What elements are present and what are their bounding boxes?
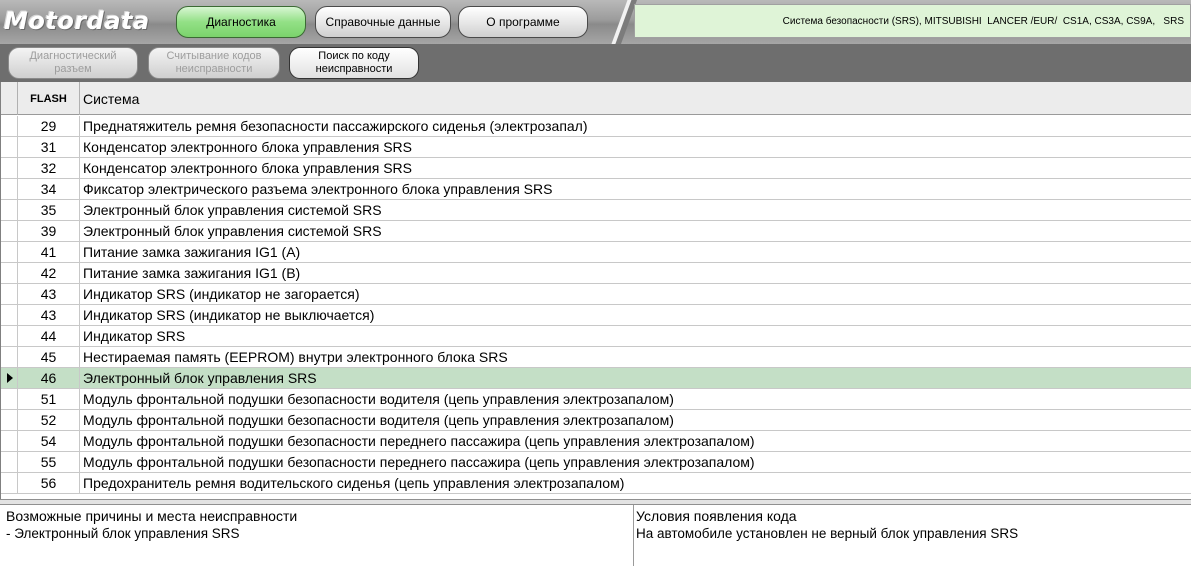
row-selector[interactable] [1, 242, 18, 262]
row-code: 35 [18, 200, 80, 220]
table-row[interactable]: 54 Модуль фронтальной подушки безопасност… [1, 431, 1191, 452]
row-description: Модуль фронтальной подушки безопасности … [83, 412, 674, 428]
causes-title: Возможные причины и места неисправности [6, 508, 298, 524]
row-description: Индикатор SRS (индикатор не выключается) [83, 307, 375, 323]
table-row[interactable]: 55 Модуль фронтальной подушки безопасност… [1, 452, 1191, 473]
row-description: Предохранитель ремня водительского сиден… [83, 475, 625, 491]
column-header-system[interactable]: Система [81, 82, 139, 115]
row-description: Питание замка зажигания IG1 (A) [83, 244, 301, 260]
row-code: 34 [18, 179, 80, 199]
row-code: 55 [18, 452, 80, 472]
row-description: Модуль фронтальной подушки безопасности … [83, 454, 755, 470]
row-selector[interactable] [1, 452, 18, 472]
top-header: Motordata Диагностика Справочные данные … [0, 0, 1191, 44]
row-code: 45 [18, 347, 80, 367]
row-description: Конденсатор электронного блока управлени… [83, 160, 412, 176]
row-code: 51 [18, 389, 80, 409]
row-selector[interactable] [1, 389, 18, 409]
row-code: 56 [18, 473, 80, 493]
row-code: 42 [18, 263, 80, 283]
row-code: 43 [18, 305, 80, 325]
conditions-title: Условия появления кода [636, 508, 797, 524]
causes-panel: Возможные причины и места неисправности … [0, 505, 634, 566]
table-row[interactable]: 42 Питание замка зажигания IG1 (B) [1, 263, 1191, 284]
row-description: Фиксатор электрического разъема электрон… [83, 181, 553, 197]
row-code: 54 [18, 431, 80, 451]
table-row[interactable]: 41 Питание замка зажигания IG1 (A) [1, 242, 1191, 263]
row-selector[interactable] [1, 284, 18, 304]
row-description: Преднатяжитель ремня безопасности пассаж… [83, 118, 588, 134]
conditions-text: На автомобиле установлен не верный блок … [636, 526, 1019, 541]
row-code: 52 [18, 410, 80, 430]
grid-header: FLASH Система [1, 82, 1191, 115]
row-description: Модуль фронтальной подушки безопасности … [83, 391, 674, 407]
row-code: 46 [18, 368, 80, 388]
row-description: Модуль фронтальной подушки безопасности … [83, 433, 755, 449]
row-selector[interactable] [1, 179, 18, 199]
tab-about[interactable]: О программе [458, 6, 588, 38]
row-description: Электронный блок управления системой SRS [83, 202, 382, 218]
row-description: Индикатор SRS (индикатор не загорается) [83, 286, 360, 302]
row-code: 43 [18, 284, 80, 304]
table-row[interactable]: 51 Модуль фронтальной подушки безопасност… [1, 389, 1191, 410]
row-selector[interactable] [1, 326, 18, 346]
row-selector[interactable] [1, 137, 18, 157]
table-row[interactable]: 39 Электронный блок управления системой S… [1, 221, 1191, 242]
table-row[interactable]: 43 Индикатор SRS (индикатор не выключаетс… [1, 305, 1191, 326]
row-selector[interactable] [1, 347, 18, 367]
row-selector[interactable] [1, 158, 18, 178]
row-selector[interactable] [1, 368, 18, 388]
table-row[interactable]: 31 Конденсатор электронного блока управле… [1, 137, 1191, 158]
row-selector[interactable] [1, 221, 18, 241]
row-description: Питание замка зажигания IG1 (B) [83, 265, 301, 281]
tab-reference-data[interactable]: Справочные данные [315, 6, 451, 38]
row-code: 41 [18, 242, 80, 262]
row-selector[interactable] [1, 431, 18, 451]
table-row[interactable]: 43 Индикатор SRS (индикатор не загорается… [1, 284, 1191, 305]
table-row[interactable]: 29 Преднатяжитель ремня безопасности пасс… [1, 116, 1191, 137]
conditions-panel: Условия появления кода На автомобиле уст… [635, 505, 1191, 566]
table-row[interactable]: 52 Модуль фронтальной подушки безопасност… [1, 410, 1191, 431]
vehicle-info: Система безопасности (SRS), MITSUBISHI L… [634, 4, 1191, 38]
row-description: Нестираемая память (EEPROM) внутри элект… [83, 349, 508, 365]
table-row[interactable]: 45 Нестираемая память (EEPROM) внутри эле… [1, 347, 1191, 368]
diagnostic-connector-button[interactable]: Диагностический разъем [8, 47, 138, 79]
table-row[interactable]: 56 Предохранитель ремня водительского сид… [1, 473, 1191, 494]
row-code: 31 [18, 137, 80, 157]
row-description: Конденсатор электронного блока управлени… [83, 139, 412, 155]
row-description: Электронный блок управления SRS [83, 370, 317, 386]
row-code: 44 [18, 326, 80, 346]
row-selector[interactable] [1, 305, 18, 325]
row-code: 39 [18, 221, 80, 241]
current-row-arrow-icon [7, 373, 13, 383]
row-description: Индикатор SRS [83, 328, 186, 344]
row-selector[interactable] [1, 263, 18, 283]
column-header-flash[interactable]: FLASH [18, 82, 80, 115]
table-row[interactable]: 34 Фиксатор электрического разъема электр… [1, 179, 1191, 200]
row-selector-header [1, 82, 18, 115]
row-selector[interactable] [1, 200, 18, 220]
row-selector[interactable] [1, 410, 18, 430]
table-row[interactable]: 44 Индикатор SRS [1, 326, 1191, 347]
toolbar: Диагностический разъем Считывание кодов … [0, 44, 1191, 82]
read-codes-button[interactable]: Считывание кодов неисправности [148, 47, 280, 79]
row-selector[interactable] [1, 473, 18, 493]
row-description: Электронный блок управления системой SRS [83, 223, 382, 239]
table-row[interactable]: 46 Электронный блок управления SRS [1, 368, 1191, 389]
table-row[interactable]: 32 Конденсатор электронного блока управле… [1, 158, 1191, 179]
causes-text: - Электронный блок управления SRS [6, 526, 240, 541]
row-selector[interactable] [1, 116, 18, 136]
row-code: 32 [18, 158, 80, 178]
grid-rows: 29 Преднатяжитель ремня безопасности пасс… [1, 116, 1191, 494]
table-row[interactable]: 35 Электронный блок управления системой S… [1, 200, 1191, 221]
search-by-code-button[interactable]: Поиск по коду неисправности [289, 47, 419, 79]
tab-diagnostics[interactable]: Диагностика [176, 6, 306, 38]
fault-code-grid: FLASH Система 29 Преднатяжитель ремня без… [0, 82, 1191, 499]
app-logo: Motordata [4, 7, 150, 35]
row-code: 29 [18, 116, 80, 136]
